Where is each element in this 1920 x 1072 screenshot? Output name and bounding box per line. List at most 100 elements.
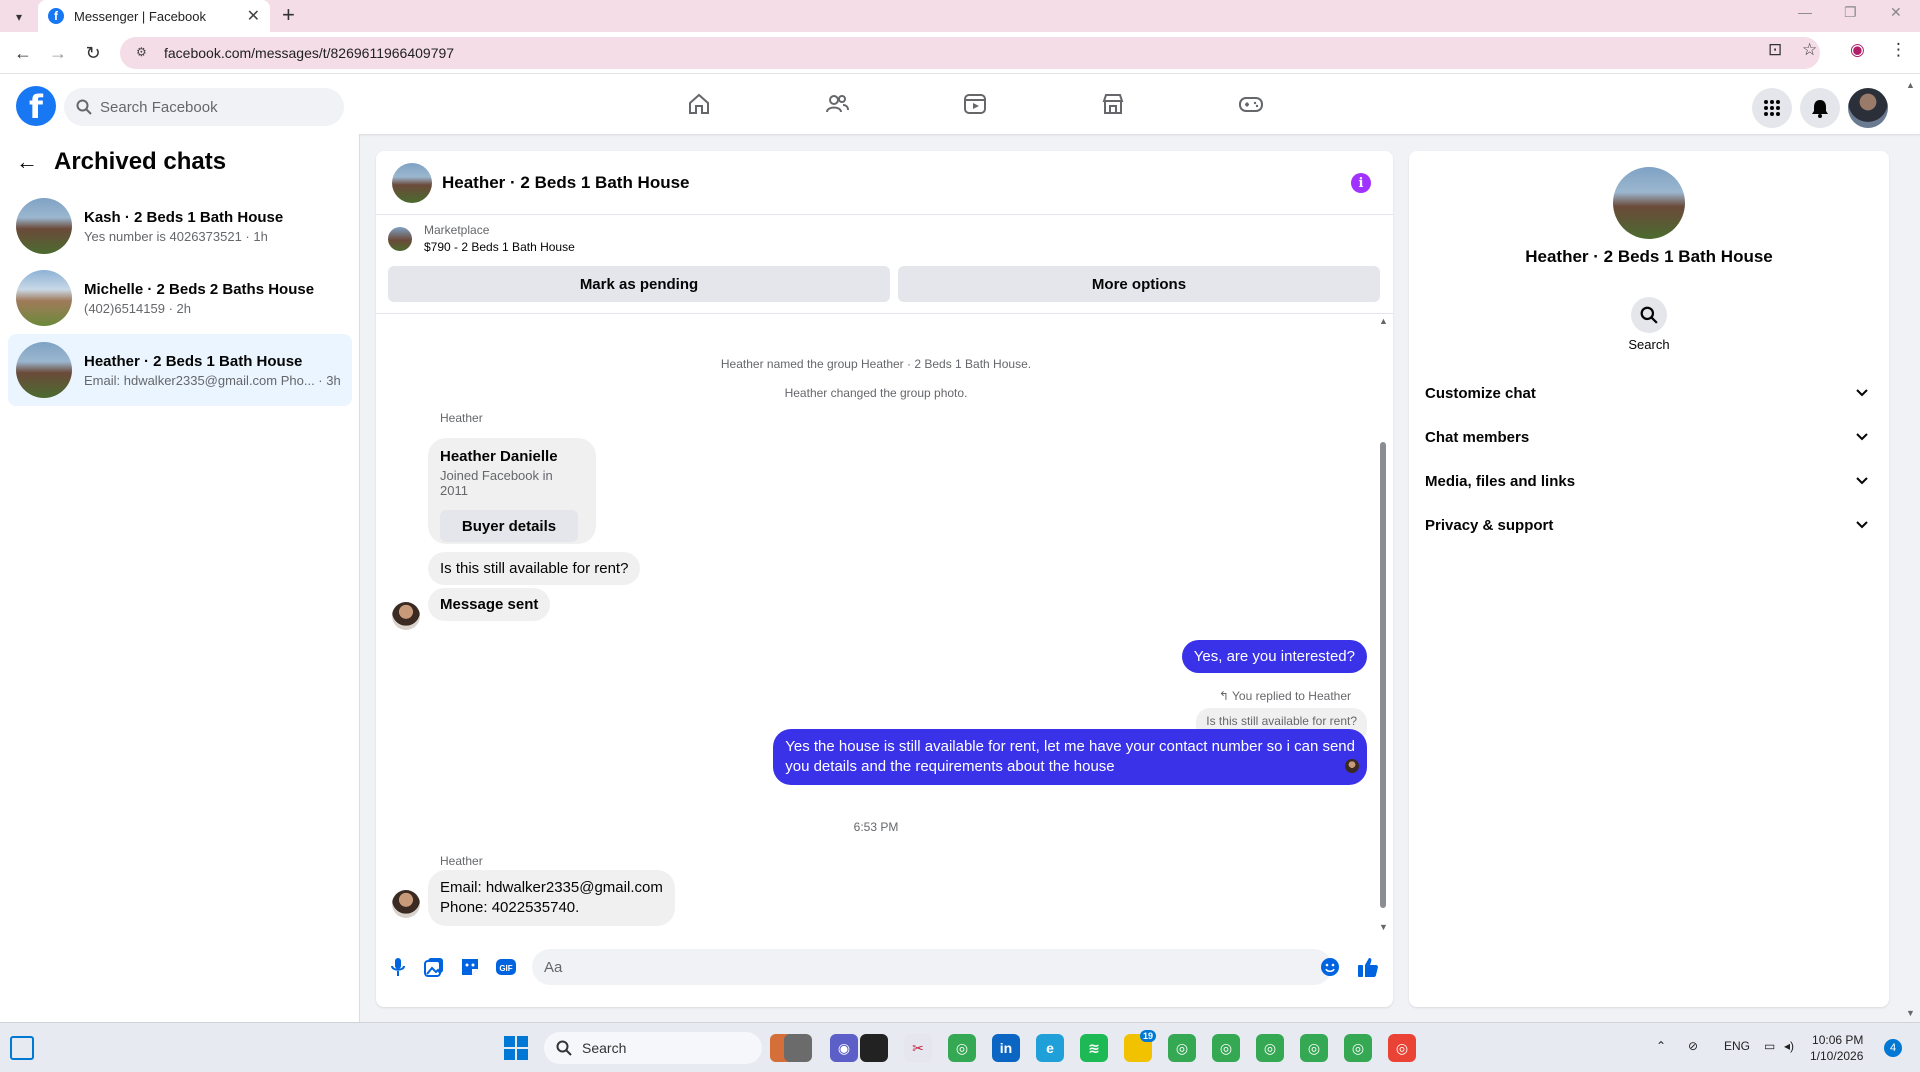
page-title: Archived chats xyxy=(54,148,227,175)
linkedin-icon[interactable]: in xyxy=(992,1034,1020,1062)
avatar xyxy=(16,270,72,326)
scroll-down-icon[interactable]: ▼ xyxy=(1379,922,1388,932)
minimize-icon[interactable]: — xyxy=(1798,4,1812,20)
message-bubble-in[interactable]: Message sent xyxy=(428,588,551,621)
display-icon[interactable]: ▭ xyxy=(1764,1039,1775,1053)
buyer-details-button[interactable]: Buyer details xyxy=(440,510,578,542)
site-settings-icon[interactable]: ⚙ xyxy=(136,45,152,61)
section-label: Chat members xyxy=(1425,428,1530,446)
privacy-support-row[interactable]: Privacy & support xyxy=(1425,503,1873,547)
marketplace-icon[interactable] xyxy=(1044,74,1182,134)
start-windows-icon[interactable] xyxy=(504,1036,528,1060)
buyer-joined: Joined Facebook in 2011 xyxy=(440,468,553,498)
archived-chats-header: ← Archived chats xyxy=(16,148,226,176)
gaming-icon[interactable] xyxy=(1182,74,1320,134)
chrome-profile-icon[interactable]: ◎ xyxy=(1344,1034,1372,1062)
chat-members-row[interactable]: Chat members xyxy=(1425,415,1873,459)
facebook-search-input[interactable] xyxy=(100,98,320,116)
chat-avatar[interactable] xyxy=(1613,167,1685,239)
chrome-profile-icon[interactable]: ◎ xyxy=(1212,1034,1240,1062)
volume-icon[interactable]: ◂) xyxy=(1784,1039,1794,1053)
facebook-logo-icon[interactable]: f xyxy=(16,86,56,126)
browser-tab[interactable]: f Messenger | Facebook ✕ xyxy=(38,0,270,32)
sender-avatar[interactable] xyxy=(392,602,420,630)
network-off-icon[interactable]: ⊘ xyxy=(1688,1039,1698,1053)
video-icon[interactable] xyxy=(906,74,1044,134)
sticker-icon[interactable] xyxy=(458,955,482,979)
notification-app-icon[interactable]: 19 xyxy=(1124,1030,1156,1062)
facebook-search[interactable] xyxy=(64,88,344,126)
notifications-bell-icon[interactable] xyxy=(1800,88,1840,128)
chrome-icon[interactable]: ◎ xyxy=(948,1034,976,1062)
forward-icon[interactable]: → xyxy=(45,40,71,66)
message-bubble-out[interactable]: Yes, are you interested? xyxy=(1181,640,1367,673)
snipping-tool-icon[interactable]: ✂ xyxy=(904,1034,932,1062)
taskbar-clock[interactable]: 10:06 PM 1/10/2026 xyxy=(1810,1032,1863,1064)
customize-chat-row[interactable]: Customize chat xyxy=(1425,371,1873,415)
gif-icon[interactable]: GIF xyxy=(494,955,518,979)
chat-preview: (402)6514159 · 2h xyxy=(84,300,191,316)
taskbar-search[interactable]: Search xyxy=(544,1032,762,1064)
task-view-icon[interactable] xyxy=(784,1034,812,1062)
message-bubble-in[interactable]: Is this still available for rent? xyxy=(428,552,641,585)
tab-close-icon[interactable]: ✕ xyxy=(247,6,260,26)
scrollbar-thumb[interactable] xyxy=(1380,442,1386,908)
chat-item-heather[interactable]: Heather · 2 Beds 1 Bath House Email: hdw… xyxy=(8,334,352,406)
scroll-up-icon[interactable]: ▲ xyxy=(1379,316,1388,326)
sender-name: Heather xyxy=(440,854,483,868)
chat-item-kash[interactable]: Kash · 2 Beds 1 Bath House Yes number is… xyxy=(8,190,352,262)
search-in-chat-button[interactable] xyxy=(1631,297,1667,333)
back-arrow-icon[interactable]: ← xyxy=(16,149,38,175)
info-icon[interactable]: i xyxy=(1351,173,1371,193)
media-files-links-row[interactable]: Media, files and links xyxy=(1425,459,1873,503)
like-thumb-icon[interactable] xyxy=(1356,955,1380,979)
bookmark-star-icon[interactable]: ☆ xyxy=(1802,40,1817,60)
teams-icon[interactable]: ◉ xyxy=(830,1034,858,1062)
account-avatar[interactable] xyxy=(1848,88,1888,128)
message-bubble-in[interactable]: Email: hdwalker2335@gmail.com Phone: 402… xyxy=(428,870,675,926)
message-line: Phone: 4022535740. xyxy=(440,899,580,916)
emoji-icon[interactable] xyxy=(1318,955,1342,979)
notification-count-badge[interactable]: 4 xyxy=(1884,1039,1902,1057)
spotify-icon[interactable]: ≋ xyxy=(1080,1034,1108,1062)
chrome-profile-icon[interactable]: ◎ xyxy=(1168,1034,1196,1062)
edge-icon[interactable]: e xyxy=(1036,1034,1064,1062)
marketplace-listing[interactable]: Marketplace $790 - 2 Beds 1 Bath House xyxy=(388,223,575,254)
mark-as-pending-button[interactable]: Mark as pending xyxy=(388,266,890,302)
chat-item-michelle[interactable]: Michelle · 2 Beds 2 Baths House (402)651… xyxy=(8,262,352,334)
reload-icon[interactable]: ↻ xyxy=(80,40,106,66)
chrome-profile-icon[interactable]: ◎ xyxy=(1388,1034,1416,1062)
chrome-profile-icon[interactable]: ◎ xyxy=(1300,1034,1328,1062)
more-options-button[interactable]: More options xyxy=(898,266,1380,302)
language-indicator[interactable]: ENG xyxy=(1724,1039,1750,1053)
section-label: Privacy & support xyxy=(1425,516,1554,534)
friends-icon[interactable] xyxy=(768,74,906,134)
address-bar[interactable]: ⚙ facebook.com/messages/t/82696119664097… xyxy=(120,37,1820,69)
tab-search-dropdown-icon[interactable]: ▾ xyxy=(8,6,30,28)
photo-icon[interactable] xyxy=(422,955,446,979)
widgets-icon[interactable] xyxy=(10,1036,34,1060)
install-app-icon[interactable]: ⊡ xyxy=(1768,40,1782,60)
close-window-icon[interactable]: ✕ xyxy=(1890,4,1902,21)
tray-overflow-icon[interactable]: ⌃ xyxy=(1656,1039,1666,1053)
chrome-profile-icon[interactable]: ◎ xyxy=(1256,1034,1284,1062)
restore-icon[interactable]: ❐ xyxy=(1844,4,1857,21)
sticky-notes-icon[interactable] xyxy=(860,1034,888,1062)
menu-grid-icon[interactable] xyxy=(1752,88,1792,128)
chat-name: Heather · 2 Beds 1 Bath House xyxy=(84,352,303,370)
microphone-icon[interactable] xyxy=(386,955,410,979)
browser-menu-icon[interactable]: ⋮ xyxy=(1890,40,1907,60)
message-bubble-out[interactable]: Yes the house is still available for ren… xyxy=(773,729,1367,785)
sender-avatar[interactable] xyxy=(392,890,420,918)
page-scroll-down-icon[interactable]: ▼ xyxy=(1906,1008,1915,1018)
message-list[interactable]: Heather named the group Heather · 2 Beds… xyxy=(376,314,1393,934)
conversation-title[interactable]: Heather · 2 Beds 1 Bath House xyxy=(442,173,690,193)
avatar[interactable] xyxy=(392,162,432,203)
page-scroll-up-icon[interactable]: ▲ xyxy=(1906,80,1915,90)
buyer-card: Heather Danielle Joined Facebook in 2011… xyxy=(428,438,596,544)
message-input[interactable] xyxy=(532,949,1332,985)
new-tab-icon[interactable]: + xyxy=(282,2,295,28)
home-icon[interactable] xyxy=(630,74,768,134)
profile-icon[interactable]: ◉ xyxy=(1850,40,1865,60)
back-icon[interactable]: ← xyxy=(10,40,36,66)
